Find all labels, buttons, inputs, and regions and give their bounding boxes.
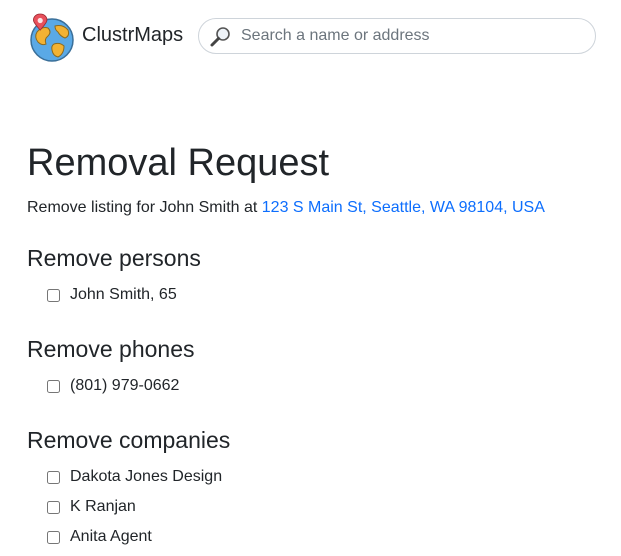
globe-pin-icon[interactable]: [28, 12, 76, 64]
listing-subtitle: Remove listing for John Smith at 123 S M…: [27, 198, 607, 218]
address-link[interactable]: 123 S Main St, Seattle, WA 98104, USA: [262, 199, 545, 216]
company-checkbox[interactable]: [47, 471, 60, 484]
page-title: Removal Request: [27, 142, 330, 184]
section-heading-phones: Remove phones: [27, 336, 195, 362]
section-persons: Remove persons John Smith, 65: [27, 244, 201, 310]
brand-name[interactable]: ClustrMaps: [82, 24, 183, 47]
person-label[interactable]: John Smith, 65: [70, 280, 177, 310]
persons-list: John Smith, 65: [27, 280, 201, 310]
list-item[interactable]: Anita Agent: [27, 522, 230, 552]
company-label[interactable]: Dakota Jones Design: [70, 462, 222, 492]
companies-list: Dakota Jones Design K Ranjan Anita Agent: [27, 462, 230, 552]
company-label[interactable]: K Ranjan: [70, 492, 136, 522]
company-checkbox[interactable]: [47, 531, 60, 544]
list-item[interactable]: K Ranjan: [27, 492, 230, 522]
search-box[interactable]: [198, 18, 596, 54]
main-content: Removal Request Remove listing for John …: [27, 140, 607, 545]
section-phones: Remove phones (801) 979-0662: [27, 335, 195, 401]
magnifier-icon: [210, 27, 230, 47]
search-input[interactable]: [241, 19, 581, 53]
phone-label[interactable]: (801) 979-0662: [70, 371, 179, 401]
company-label[interactable]: Anita Agent: [70, 522, 152, 552]
header: ClustrMaps: [0, 0, 621, 80]
section-companies: Remove companies Dakota Jones Design K R…: [27, 426, 230, 552]
list-item[interactable]: John Smith, 65: [27, 280, 201, 310]
list-item[interactable]: Dakota Jones Design: [27, 462, 230, 492]
phone-checkbox[interactable]: [47, 380, 60, 393]
subtitle-text: Remove listing for John Smith at: [27, 199, 262, 216]
phones-list: (801) 979-0662: [27, 371, 195, 401]
section-heading-persons: Remove persons: [27, 245, 201, 271]
list-item[interactable]: (801) 979-0662: [27, 371, 195, 401]
person-checkbox[interactable]: [47, 289, 60, 302]
company-checkbox[interactable]: [47, 501, 60, 514]
section-heading-companies: Remove companies: [27, 427, 231, 453]
